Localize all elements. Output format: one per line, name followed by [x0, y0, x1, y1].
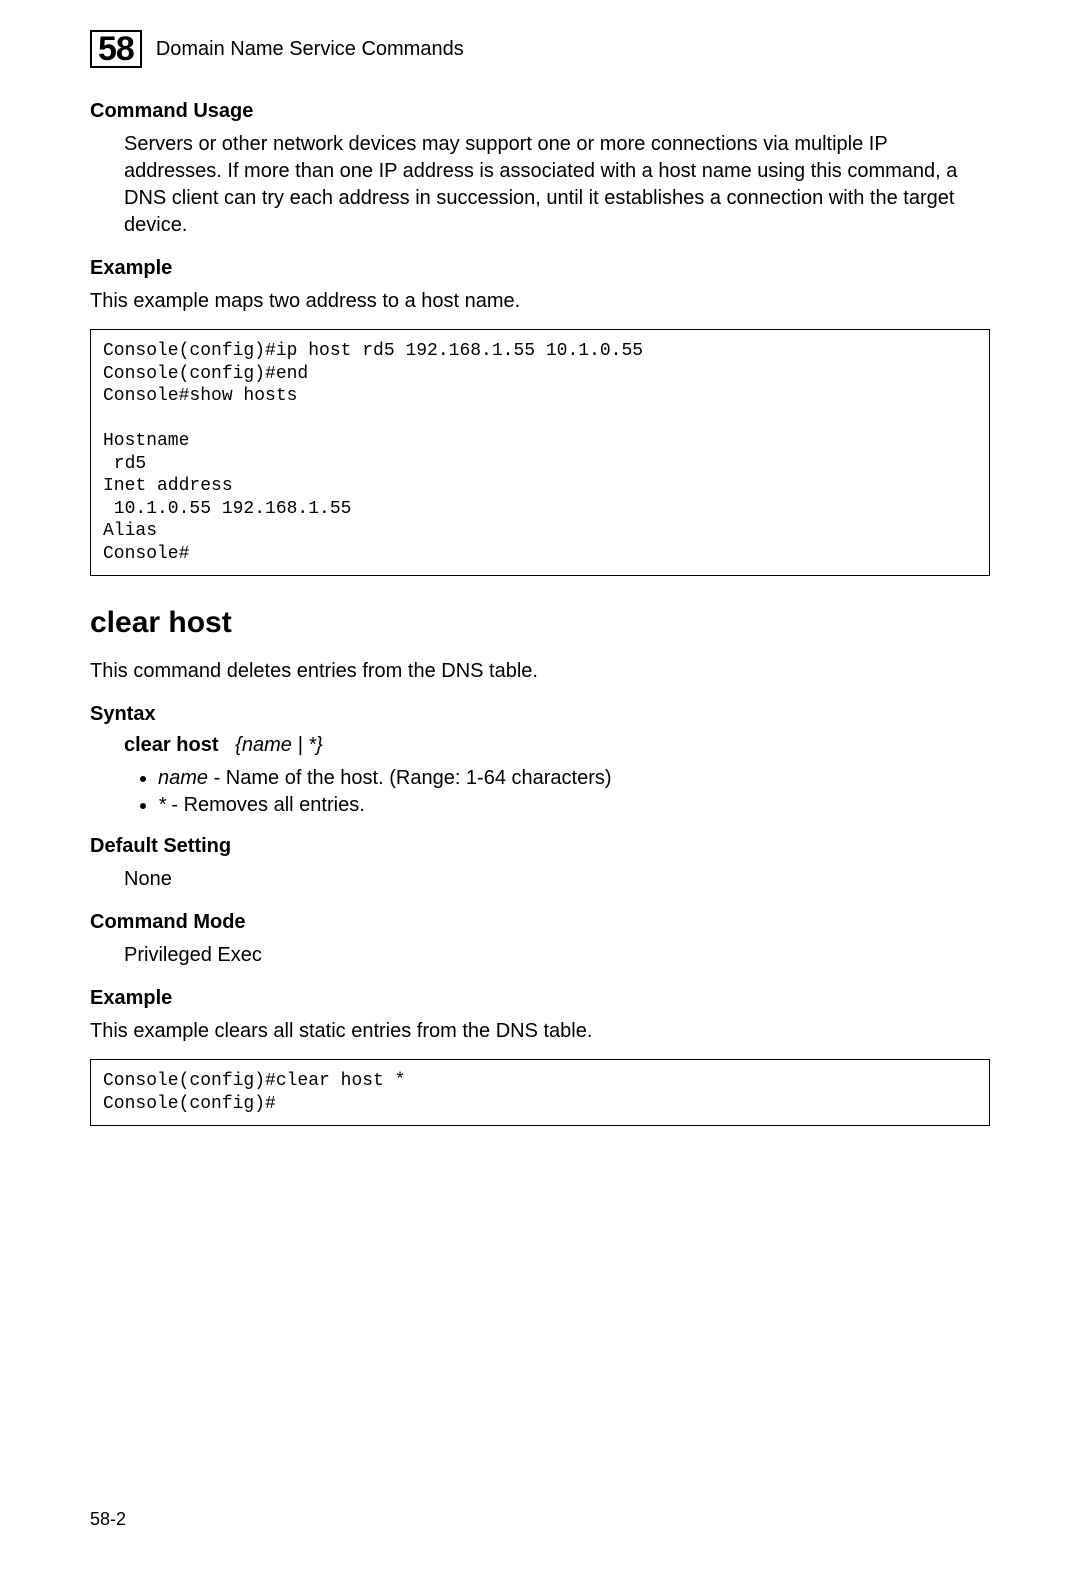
page-header: 58 Domain Name Service Commands [90, 30, 990, 68]
command-mode-value: Privileged Exec [90, 942, 990, 969]
param-item: name - Name of the host. (Range: 1-64 ch… [158, 767, 990, 790]
example1-code-block: Console(config)#ip host rd5 192.168.1.55… [90, 329, 990, 576]
param-name: name [158, 767, 208, 789]
param-desc: - Removes all entries. [166, 794, 365, 816]
chapter-number-box: 58 [90, 30, 142, 68]
command-usage-label: Command Usage [90, 100, 990, 123]
page-number: 58-2 [90, 1509, 126, 1530]
command-mode-label: Command Mode [90, 911, 990, 934]
command-usage-text: Servers or other network devices may sup… [90, 131, 990, 239]
param-list: name - Name of the host. (Range: 1-64 ch… [90, 767, 990, 817]
syntax-line: clear host {name | *} [90, 734, 990, 757]
param-name: * [158, 794, 166, 816]
page: 58 Domain Name Service Commands Command … [0, 0, 1080, 1570]
example1-intro: This example maps two address to a host … [90, 288, 990, 315]
example2-label: Example [90, 987, 990, 1010]
param-item: * - Removes all entries. [158, 794, 990, 817]
default-setting-label: Default Setting [90, 835, 990, 858]
syntax-args: {name | *} [235, 734, 322, 756]
chapter-title: Domain Name Service Commands [156, 38, 464, 61]
clear-host-description: This command deletes entries from the DN… [90, 658, 990, 685]
example2-intro: This example clears all static entries f… [90, 1018, 990, 1045]
syntax-command: clear host [124, 734, 218, 756]
param-desc: - Name of the host. (Range: 1-64 charact… [208, 767, 612, 789]
default-setting-value: None [90, 866, 990, 893]
clear-host-heading: clear host [90, 606, 990, 640]
syntax-label: Syntax [90, 703, 990, 726]
example1-label: Example [90, 257, 990, 280]
example2-code-block: Console(config)#clear host * Console(con… [90, 1059, 990, 1126]
